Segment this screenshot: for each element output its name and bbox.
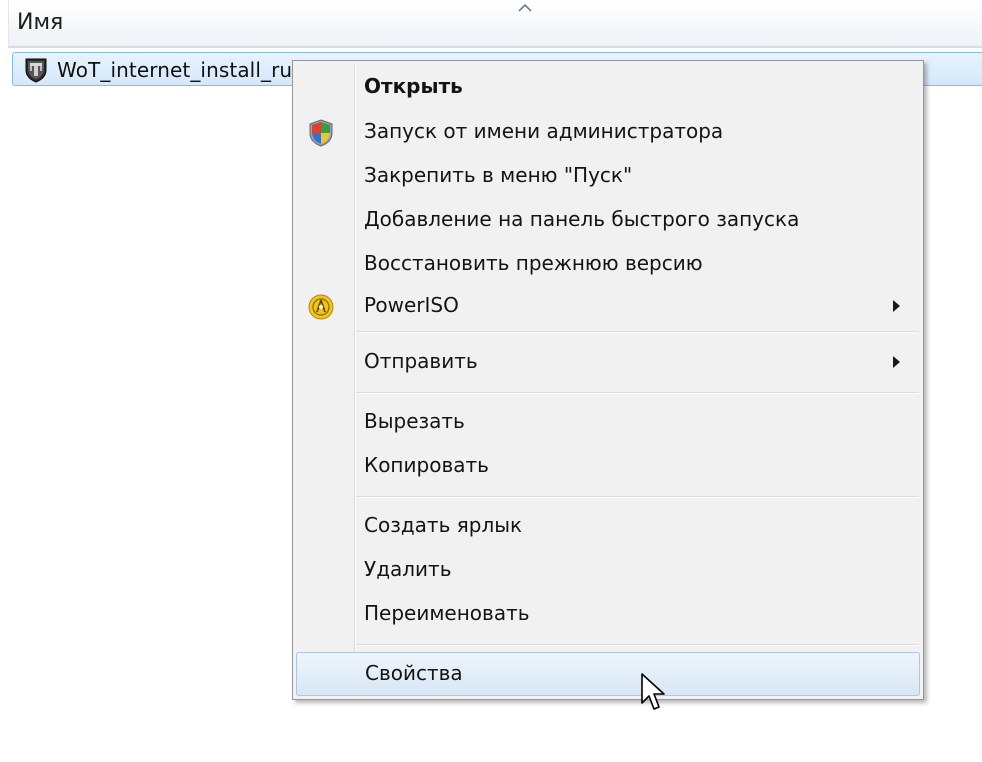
menu-item-poweriso[interactable]: PowerISO <box>296 285 920 329</box>
uac-shield-icon <box>309 119 333 147</box>
menu-item-label: Создать ярлык <box>364 513 523 537</box>
sort-ascending-chevron-icon <box>518 3 532 12</box>
context-menu: Открыть Запуск от имени администратора З… <box>292 60 924 700</box>
menu-item-label: Свойства <box>365 661 463 685</box>
column-header-label: Имя <box>17 10 64 35</box>
menu-item-send-to[interactable]: Отправить <box>296 341 920 385</box>
menu-item-delete[interactable]: Удалить <box>296 549 920 593</box>
menu-separator <box>356 331 918 333</box>
menu-item-label: Добавление на панель быстрого запуска <box>364 207 800 231</box>
menu-item-open[interactable]: Открыть <box>296 66 920 110</box>
column-header-name[interactable]: Имя <box>8 0 982 48</box>
menu-item-run-as-admin[interactable]: Запуск от имени администратора <box>296 111 920 155</box>
explorer-window: Имя WoT_internet_install_ru Открыть Запу… <box>0 0 982 762</box>
submenu-arrow-icon <box>893 300 900 312</box>
menu-separator <box>356 392 918 394</box>
menu-item-rename[interactable]: Переименовать <box>296 593 920 637</box>
menu-item-restore-previous-version[interactable]: Восстановить прежнюю версию <box>296 243 920 287</box>
menu-item-pin-to-start[interactable]: Закрепить в меню "Пуск" <box>296 155 920 199</box>
menu-separator <box>356 496 918 498</box>
menu-item-label: PowerISO <box>364 293 459 317</box>
menu-item-label: Открыть <box>364 74 463 98</box>
menu-separator <box>356 644 918 646</box>
menu-item-cut[interactable]: Вырезать <box>296 401 920 445</box>
menu-item-label: Закрепить в меню "Пуск" <box>364 163 633 187</box>
mouse-pointer-icon <box>641 673 665 710</box>
menu-item-label: Переименовать <box>364 601 530 625</box>
menu-item-label: Удалить <box>364 557 452 581</box>
file-name-label: WoT_internet_install_ru <box>57 58 293 82</box>
submenu-arrow-icon <box>893 356 900 368</box>
world-of-tanks-app-icon <box>25 58 47 83</box>
menu-item-label: Восстановить прежнюю версию <box>364 251 703 275</box>
poweriso-icon <box>308 294 334 320</box>
menu-item-copy[interactable]: Копировать <box>296 445 920 489</box>
menu-item-label: Вырезать <box>364 409 465 433</box>
menu-item-add-to-quick-launch[interactable]: Добавление на панель быстрого запуска <box>296 199 920 243</box>
menu-item-create-shortcut[interactable]: Создать ярлык <box>296 505 920 549</box>
menu-item-label: Копировать <box>364 453 489 477</box>
menu-item-properties[interactable]: Свойства <box>296 652 920 696</box>
menu-item-label: Отправить <box>364 349 478 373</box>
menu-item-label: Запуск от имени администратора <box>364 119 724 143</box>
